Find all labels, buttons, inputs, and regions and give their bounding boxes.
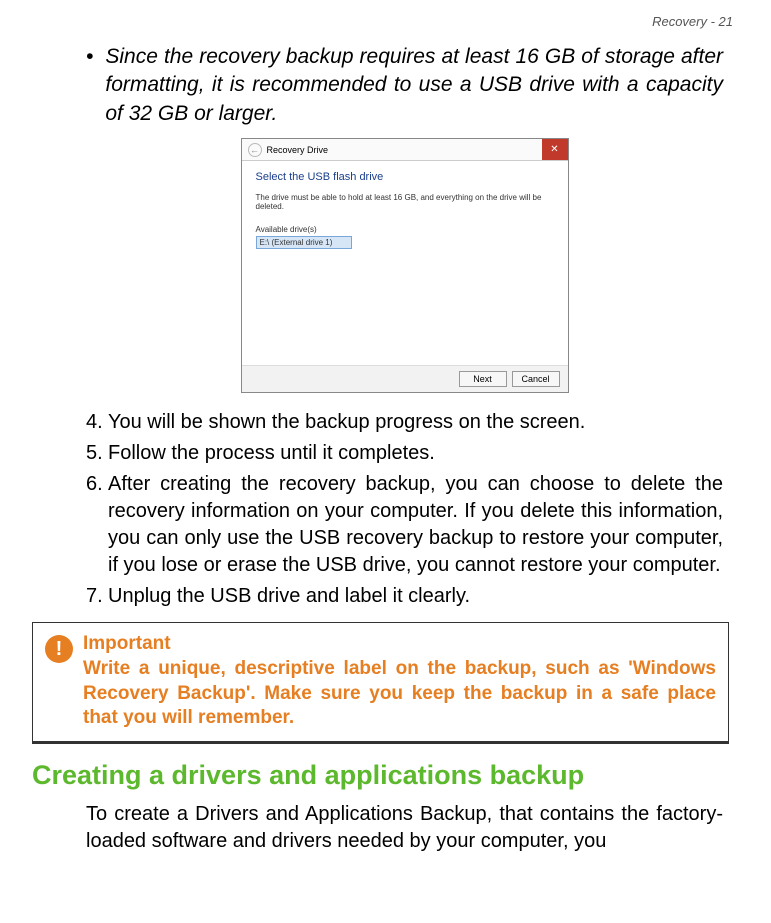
step-text: Follow the process until it completes. [108,440,723,467]
step-5: 5. Follow the process until it completes… [86,440,723,467]
available-drives-label: Available drive(s) [256,225,554,234]
important-text: Write a unique, descriptive label on the… [83,657,716,731]
dialog-heading: Select the USB flash drive [256,171,554,183]
dialog-title: Recovery Drive [267,145,329,155]
drive-select[interactable]: E:\ (External drive 1) [256,236,352,249]
section-heading: Creating a drivers and applications back… [32,760,771,791]
step-number: 6. [86,471,108,579]
step-7: 7. Unplug the USB drive and label it cle… [86,583,723,610]
important-callout: ! Important Write a unique, descriptive … [32,622,729,744]
important-title: Important [83,633,716,655]
bullet-note: • Since the recovery backup requires at … [86,43,723,128]
important-icon: ! [45,635,73,663]
step-text: You will be shown the backup progress on… [108,409,723,436]
dialog-titlebar: ← Recovery Drive ✕ [242,139,568,161]
step-number: 4. [86,409,108,436]
back-icon[interactable]: ← [248,143,262,157]
close-button[interactable]: ✕ [542,139,568,160]
recovery-drive-dialog: ← Recovery Drive ✕ Select the USB flash … [241,138,569,393]
step-6: 6. After creating the recovery backup, y… [86,471,723,579]
step-text: After creating the recovery backup, you … [108,471,723,579]
bullet-text: Since the recovery backup requires at le… [105,43,723,128]
step-number: 7. [86,583,108,610]
step-4: 4. You will be shown the backup progress… [86,409,723,436]
section-paragraph: To create a Drivers and Applications Bac… [86,801,723,855]
step-number: 5. [86,440,108,467]
bullet-marker: • [86,43,93,128]
page-header: Recovery - 21 [0,0,771,29]
dialog-subtext: The drive must be able to hold at least … [256,193,554,211]
dialog-button-bar: Next Cancel [242,365,568,392]
step-text: Unplug the USB drive and label it clearl… [108,583,723,610]
cancel-button[interactable]: Cancel [512,371,560,387]
next-button[interactable]: Next [459,371,507,387]
